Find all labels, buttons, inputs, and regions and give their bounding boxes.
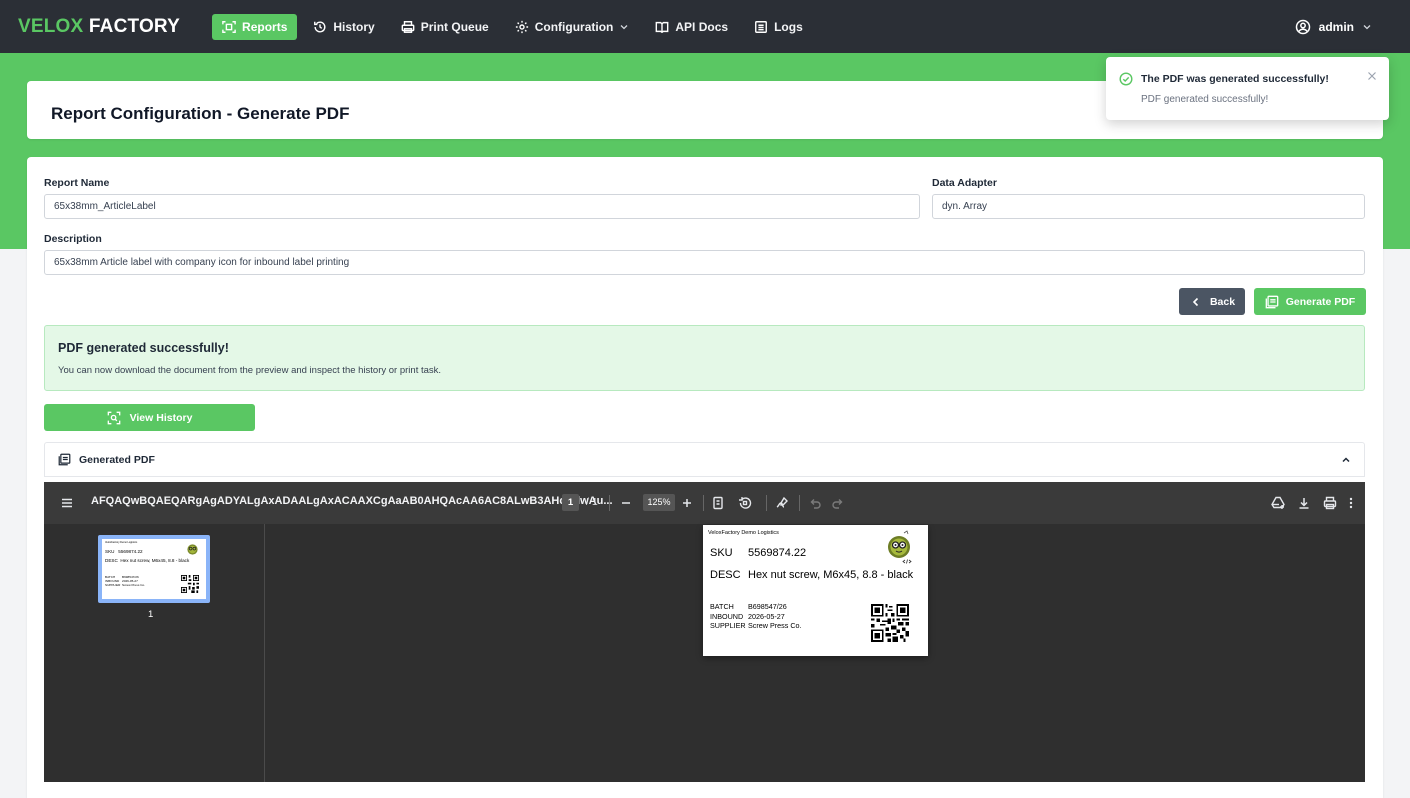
thumbnail-page-number: 1 — [148, 609, 154, 620]
thumbnail-keys: BATCH INBOUND SUPPLIER — [105, 575, 121, 588]
zoom-out-icon[interactable] — [619, 496, 633, 510]
user-menu[interactable]: admin — [1295, 0, 1372, 53]
thumbnail-values: B698547/26 2026-05-27 Screw Press Co. — [122, 575, 146, 588]
description-label: Description — [44, 233, 102, 245]
qr-code-icon — [871, 604, 909, 642]
app-logo[interactable]: VELOX FACTORY — [18, 16, 180, 38]
toast-title: The PDF was generated successfully! — [1141, 73, 1329, 85]
nav-item-reports[interactable]: Reports — [212, 13, 298, 40]
rotate-icon[interactable] — [738, 496, 752, 510]
pdf-file-icon — [1265, 295, 1279, 308]
close-icon[interactable] — [1367, 71, 1377, 81]
label-sku-value: 5569874.22 — [748, 547, 807, 559]
download-icon[interactable] — [1297, 496, 1311, 510]
thumbnail-page-preview: VeloxFactory Demo Logistics SKU 5569874.… — [102, 539, 206, 599]
report-name-label: Report Name — [44, 177, 110, 189]
toolbar-divider — [609, 495, 610, 511]
book-icon — [656, 21, 669, 33]
alert-title: PDF generated successfully! — [58, 341, 229, 355]
label-company: VeloxFactory Demo Logistics — [708, 530, 779, 536]
toolbar-divider — [799, 495, 800, 511]
qr-code-icon — [181, 575, 199, 593]
label-keys: BATCH INBOUND SUPPLIER — [710, 602, 746, 630]
main-card: Report Name 65x38mm_ArticleLabel Data Ad… — [27, 157, 1383, 798]
pdf-viewer-toolbar: AFQAQwBQAEQARgAgADYALgAxADAALgAxACAAXCgA… — [44, 482, 1365, 524]
history-icon — [314, 20, 326, 32]
pdf-file-icon — [58, 453, 71, 466]
label-desc-value: Hex nut screw, M6x45, 8.8 - black — [748, 569, 914, 581]
gear-icon — [515, 20, 528, 33]
toast-message: PDF generated successfully! — [1141, 94, 1269, 105]
mascot-logo-icon — [187, 544, 198, 555]
chevron-down-icon — [620, 24, 628, 29]
user-icon — [1295, 19, 1310, 34]
label-values: B698547/26 2026-05-27 Screw Press Co. — [748, 602, 802, 630]
printer-icon — [401, 20, 415, 33]
chevron-down-icon — [1363, 24, 1371, 29]
nav-item-api-docs[interactable]: API Docs — [645, 14, 738, 40]
more-options-icon[interactable] — [1344, 496, 1358, 510]
alert-text: You can now download the document from t… — [58, 365, 442, 376]
undo-icon[interactable] — [808, 496, 822, 510]
toolbar-divider — [703, 495, 704, 511]
description-field[interactable]: 65x38mm Article label with company icon … — [44, 250, 1365, 275]
menu-icon[interactable] — [60, 496, 74, 510]
thumbnail-sidebar: VeloxFactory Demo Logistics SKU 5569874.… — [44, 524, 265, 782]
fit-page-icon[interactable] — [711, 496, 725, 510]
data-adapter-field[interactable]: dyn. Array — [932, 194, 1365, 219]
label-sku-key: SKU — [710, 547, 733, 559]
nav-item-configuration[interactable]: Configuration — [505, 14, 640, 40]
nav-item-logs[interactable]: Logs — [744, 14, 813, 40]
page-title: Report Configuration - Generate PDF — [51, 104, 350, 123]
redo-icon[interactable] — [831, 496, 845, 510]
pdf-document-name: AFQAQwBQAEQARgAgADYALgAxADAALgAxACAAXCgA… — [91, 495, 613, 507]
thumbnail-company: VeloxFactory Demo Logistics — [105, 541, 138, 544]
zoom-level-input[interactable]: 125% — [643, 494, 675, 511]
generated-pdf-accordion[interactable]: Generated PDF — [44, 442, 1365, 477]
annotate-icon[interactable] — [775, 496, 789, 510]
view-history-button[interactable]: View History — [44, 404, 255, 431]
success-toast: The PDF was generated successfully! PDF … — [1106, 57, 1389, 120]
chevron-left-icon — [1192, 297, 1199, 306]
generate-pdf-button[interactable]: Generate PDF — [1254, 288, 1366, 315]
page-total: / 1 — [586, 496, 598, 508]
thumbnail-desc-row: DESC Hex nut screw, M6x45, 8.8 - black — [105, 558, 190, 563]
check-circle-icon — [1119, 72, 1133, 86]
mascot-logo-icon — [888, 530, 912, 564]
drive-add-icon[interactable] — [1271, 496, 1285, 510]
toolbar-divider — [766, 495, 767, 511]
back-button[interactable]: Back — [1179, 288, 1245, 315]
nav-item-history[interactable]: History — [303, 14, 384, 40]
report-name-field[interactable]: 65x38mm_ArticleLabel — [44, 194, 920, 219]
nav-item-print-queue[interactable]: Print Queue — [391, 14, 499, 40]
label-desc-key: DESC — [710, 569, 741, 581]
search-scan-icon — [107, 411, 120, 424]
print-icon[interactable] — [1323, 496, 1337, 510]
thumbnail-sku-row: SKU 5569874.22 — [105, 549, 143, 554]
top-navbar: VELOX FACTORY Reports History Print Queu… — [0, 0, 1410, 53]
data-adapter-label: Data Adapter — [932, 177, 997, 189]
reports-icon — [222, 20, 236, 33]
pdf-viewer: AFQAQwBQAEQARgAgADYALgAxADAALgAxACAAXCgA… — [44, 482, 1365, 782]
chevron-up-icon[interactable] — [1341, 455, 1351, 465]
zoom-in-icon[interactable] — [680, 496, 694, 510]
page-thumbnail[interactable]: VeloxFactory Demo Logistics SKU 5569874.… — [98, 535, 210, 603]
pdf-page: VeloxFactory Demo Logistics SKU 5569874.… — [703, 525, 928, 656]
list-icon — [755, 20, 768, 33]
page-number-input[interactable]: 1 — [562, 494, 579, 511]
success-alert: PDF generated successfully! You can now … — [44, 325, 1365, 391]
